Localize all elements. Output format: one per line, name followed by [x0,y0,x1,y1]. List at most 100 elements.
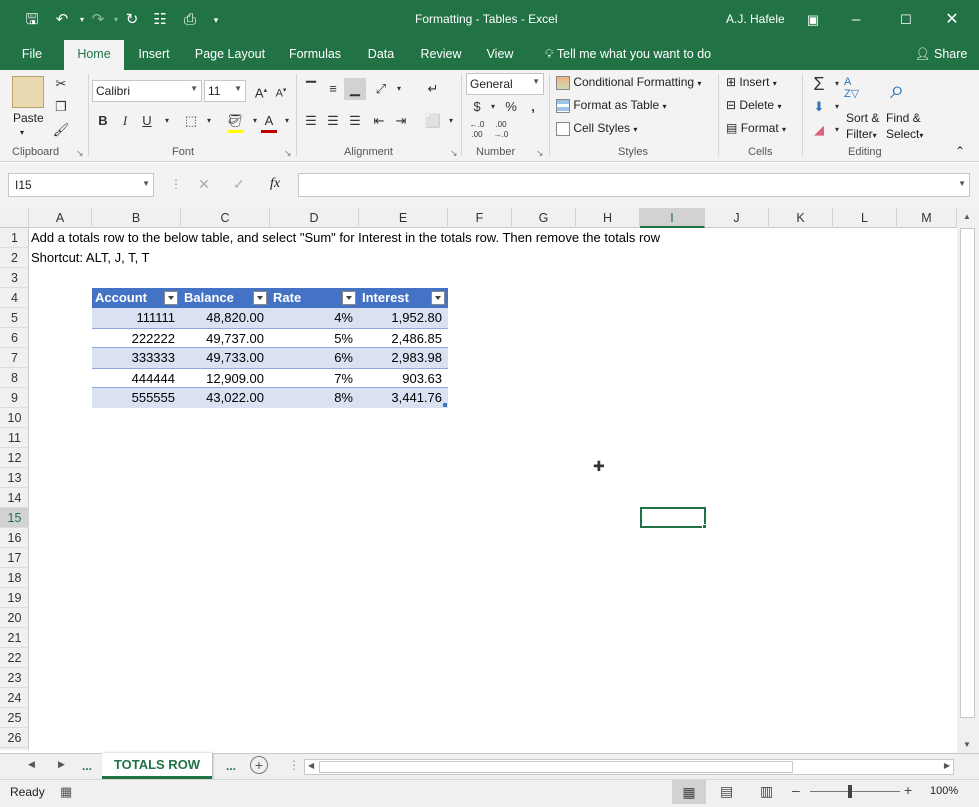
table-cell[interactable]: 555555 [92,388,181,408]
alignment-launcher-icon[interactable]: ↘ [450,148,458,159]
zoom-out-button[interactable]: – [792,782,800,798]
normal-view-icon[interactable]: ▦ [672,780,706,804]
undo-icon[interactable]: ↶ [52,10,72,30]
ribbon-display-icon[interactable]: ▣ [803,10,823,30]
italic-button[interactable]: I [114,110,136,132]
underline-button[interactable]: U [136,110,158,132]
row-header[interactable]: 19 [0,588,29,608]
next-sheet-icon[interactable]: ▶ [58,759,65,770]
paste-icon[interactable] [12,76,44,108]
row-header[interactable]: 22 [0,648,29,668]
table-cell[interactable]: 2,983.98 [359,348,448,368]
refresh-icon[interactable]: ↻ [122,10,142,30]
number-launcher-icon[interactable]: ↘ [536,148,544,159]
increase-decimal-icon[interactable]: ←.0.00 [466,120,488,142]
table-cell[interactable]: 2,486.85 [359,328,448,348]
row-header[interactable]: 10 [0,408,29,428]
save-icon[interactable]: 🖫 [22,10,42,30]
delete-cells-button[interactable]: ⊟ Delete ▾ [726,98,781,112]
filter-dropdown-icon[interactable] [253,291,267,305]
row-header[interactable]: 6 [0,328,29,348]
hscroll-thumb[interactable] [319,761,793,773]
row-header-selected[interactable]: 15 [0,508,29,528]
increase-indent-icon[interactable]: ⇥ [390,110,412,132]
row-header[interactable]: 24 [0,688,29,708]
column-header[interactable]: M [897,208,957,228]
tab-data[interactable]: Data [362,40,400,70]
table-cell[interactable]: 6% [270,348,359,368]
column-header[interactable]: H [576,208,640,228]
scroll-down-icon[interactable]: ▼ [963,740,971,749]
page-break-view-icon[interactable]: ▥ [760,783,773,800]
zoom-level[interactable]: 100% [930,785,958,797]
column-header[interactable]: A [29,208,92,228]
filter-dropdown-icon[interactable] [342,291,356,305]
font-size-combo[interactable]: 11 ▼ [204,80,246,102]
row-header[interactable]: 18 [0,568,29,588]
horizontal-scrollbar[interactable]: ◀ ▶ [304,759,954,775]
borders-dropdown-icon[interactable]: ▾ [198,110,220,132]
table-cell[interactable]: 222222 [92,328,181,348]
active-cell[interactable] [640,507,706,528]
column-header[interactable]: G [512,208,576,228]
format-painter-icon[interactable]: 🖌︎ [50,119,72,141]
select-all-corner[interactable] [0,208,29,228]
tab-file[interactable]: File [12,40,52,70]
clipboard-launcher-icon[interactable]: ↘ [76,148,84,159]
table-cell[interactable]: 7% [270,368,359,388]
row-header[interactable]: 21 [0,628,29,648]
prev-sheet-icon[interactable]: ◀ [28,759,35,770]
macro-record-icon[interactable]: ▦ [60,784,72,800]
row-header[interactable]: 23 [0,668,29,688]
row-header[interactable]: 17 [0,548,29,568]
worksheet-grid[interactable]: Add a totals row to the below table, and… [29,228,957,750]
sort-filter-button[interactable]: Sort & Filter▾ [846,110,879,144]
column-header[interactable]: F [448,208,512,228]
cell-styles-button[interactable]: Cell Styles ▾ [556,121,637,136]
row-header[interactable]: 3 [0,268,29,288]
column-header[interactable]: L [833,208,897,228]
row-header[interactable]: 5 [0,308,29,328]
insert-function-button[interactable]: fx [270,176,280,192]
format-as-table-button[interactable]: Format as Table ▾ [556,98,667,113]
table-header-account[interactable]: Account [92,288,181,308]
row-header[interactable]: 14 [0,488,29,508]
paste-dropdown-icon[interactable]: ▾ [20,128,24,137]
user-name[interactable]: A.J. Hafele [726,12,785,26]
table-header-rate[interactable]: Rate [270,288,359,308]
table-header-balance[interactable]: Balance [181,288,270,308]
print-preview-icon[interactable]: ⎙ [180,10,200,30]
row-header[interactable]: 16 [0,528,29,548]
bold-button[interactable]: B [92,110,114,132]
table-cell[interactable]: 4% [270,308,359,328]
row-header[interactable]: 11 [0,428,29,448]
fill-handle[interactable] [702,524,707,529]
row-header[interactable]: 2 [0,248,29,268]
increase-font-icon[interactable]: A▴ [250,80,272,102]
table-cell[interactable]: 111111 [92,308,181,328]
row-header[interactable]: 20 [0,608,29,628]
table-resize-handle[interactable] [443,403,447,407]
percent-button[interactable]: % [500,96,522,118]
column-header-selected[interactable]: I [640,208,705,228]
zoom-slider-thumb[interactable] [848,785,852,798]
table-cell[interactable]: 5% [270,328,359,348]
decrease-decimal-icon[interactable]: .00 →.0 [490,120,512,142]
conditional-formatting-button[interactable]: Conditional Formatting ▾ [556,75,701,90]
decrease-font-icon[interactable]: A▾ [270,80,292,102]
column-header[interactable]: D [270,208,359,228]
tab-review[interactable]: Review [416,40,466,70]
table-cell[interactable]: 1,952.80 [359,308,448,328]
table-cell[interactable]: 903.63 [359,368,448,388]
scroll-right-icon[interactable]: ▶ [944,761,950,770]
align-left-icon[interactable]: ☰ [300,110,322,132]
row-header[interactable]: 4 [0,288,29,308]
zoom-in-button[interactable]: + [904,782,912,798]
column-header[interactable]: C [181,208,270,228]
comma-button[interactable]: , [522,96,544,118]
more-sheets-right[interactable]: ... [226,759,236,773]
page-layout-view-icon[interactable]: ▤ [720,783,733,800]
column-header[interactable]: J [705,208,769,228]
tell-me-box[interactable]: 💡︎ Tell me what you want to do [538,40,718,70]
scroll-left-icon[interactable]: ◀ [308,761,314,770]
